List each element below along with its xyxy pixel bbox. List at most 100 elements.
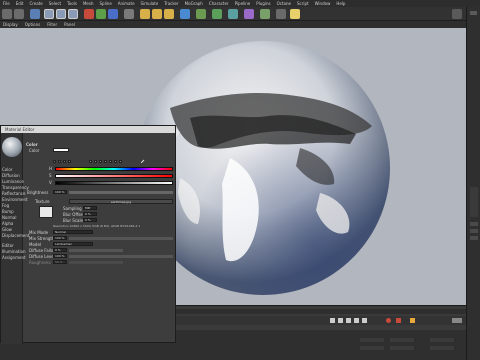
menu-octane[interactable]: Octane <box>277 1 291 6</box>
color-mode-icon[interactable] <box>63 160 66 163</box>
panel-field[interactable] <box>470 222 478 226</box>
view-menu-panel[interactable]: Panel <box>64 22 75 27</box>
color-mode-icon[interactable] <box>109 160 112 163</box>
model-dropdown[interactable]: Lambertian <box>53 242 93 246</box>
menu-mograph[interactable]: MoGraph <box>185 1 203 6</box>
menu-character[interactable]: Character <box>209 1 229 6</box>
color-mode-icon[interactable] <box>94 160 97 163</box>
scale-icon[interactable] <box>56 9 66 19</box>
record-icon[interactable] <box>386 318 391 323</box>
view-menu-display[interactable]: Display <box>3 22 18 27</box>
color-mode-icon[interactable] <box>119 160 122 163</box>
channel-reflectance[interactable]: Reflectance <box>2 191 25 196</box>
timeline-ruler[interactable] <box>176 309 466 314</box>
saturation-slider[interactable] <box>55 174 173 178</box>
menu-tools[interactable]: Tools <box>67 1 77 6</box>
play-icon[interactable] <box>346 318 351 323</box>
panel-section[interactable] <box>470 187 478 217</box>
menu-pipeline[interactable]: Pipeline <box>235 1 251 6</box>
menu-help[interactable]: Help <box>336 1 345 6</box>
environment-icon[interactable] <box>260 9 270 19</box>
render-settings-icon[interactable] <box>164 9 174 19</box>
color-mode-icon[interactable] <box>99 160 102 163</box>
menu-tracker[interactable]: Tracker <box>164 1 178 6</box>
color-swatch[interactable] <box>53 148 69 152</box>
bend-icon[interactable] <box>244 9 254 19</box>
channel-normal[interactable]: Normal <box>2 215 16 220</box>
menu-plugins[interactable]: Plugins <box>256 1 270 6</box>
color-mode-icon[interactable] <box>104 160 107 163</box>
menu-spline[interactable]: Spline <box>99 1 111 6</box>
mix-mode-dropdown[interactable]: Normal <box>53 230 93 234</box>
y-axis-icon[interactable] <box>96 9 106 19</box>
menu-window[interactable]: Window <box>315 1 331 6</box>
color-mode-icon[interactable] <box>114 160 117 163</box>
mix-strength-field[interactable]: 100 % <box>53 236 67 240</box>
panel-field[interactable] <box>470 229 478 233</box>
coord-field[interactable] <box>430 346 454 350</box>
channel-fog[interactable]: Fog <box>2 203 9 208</box>
go-to-start-icon[interactable] <box>330 318 335 323</box>
color-mode-icon[interactable] <box>89 160 92 163</box>
menu-script[interactable]: Script <box>297 1 309 6</box>
coord-field[interactable] <box>360 346 384 350</box>
coordinate-system-icon[interactable] <box>124 9 134 19</box>
render-to-picture-viewer-icon[interactable] <box>152 9 162 19</box>
autokey-icon[interactable] <box>396 318 401 323</box>
blur-scale-field[interactable]: 0 % <box>83 218 97 222</box>
next-frame-icon[interactable] <box>354 318 359 323</box>
menu-edit[interactable]: Edit <box>16 1 24 6</box>
diffuse-falloff-slider[interactable] <box>69 249 123 252</box>
hue-slider[interactable] <box>55 167 173 171</box>
subdivision-icon[interactable] <box>212 9 222 19</box>
color-mode-icon[interactable] <box>53 160 56 163</box>
channel-alpha[interactable]: Alpha <box>2 221 13 226</box>
sampling-dropdown[interactable]: MIP <box>83 206 97 210</box>
roughness-slider[interactable] <box>69 261 123 264</box>
view-menu-options[interactable]: Options <box>25 22 40 27</box>
channel-color[interactable]: Color <box>2 167 12 172</box>
value-slider[interactable] <box>55 181 173 185</box>
menu-file[interactable]: File <box>3 1 10 6</box>
view-menu-filter[interactable]: Filter <box>47 22 57 27</box>
move-icon[interactable] <box>44 9 54 19</box>
keyframe-icon[interactable] <box>410 318 415 323</box>
brightness-field[interactable]: 100 % <box>53 190 67 194</box>
channel-glow[interactable]: Glow <box>2 227 12 232</box>
redo-icon[interactable] <box>14 9 24 19</box>
go-to-end-icon[interactable] <box>362 318 367 323</box>
playback-options-icon[interactable] <box>452 318 462 323</box>
render-view-icon[interactable] <box>140 9 150 19</box>
menu-animate[interactable]: Animate <box>118 1 135 6</box>
coord-field[interactable] <box>390 346 414 350</box>
channel-luminance[interactable]: Luminance <box>2 179 24 184</box>
mix-strength-slider[interactable] <box>69 237 173 240</box>
blur-offset-field[interactable]: 0 % <box>83 212 97 216</box>
x-axis-icon[interactable] <box>84 9 94 19</box>
roughness-field[interactable]: 50 % <box>53 260 67 264</box>
live-selection-icon[interactable] <box>30 9 40 19</box>
diffuse-level-field[interactable]: 100 % <box>53 254 67 258</box>
panel-field[interactable] <box>470 236 478 240</box>
pen-icon[interactable] <box>196 9 206 19</box>
previous-frame-icon[interactable] <box>338 318 343 323</box>
menu-simulate[interactable]: Simulate <box>141 1 159 6</box>
layout-icon[interactable] <box>452 9 462 19</box>
menu-create[interactable]: Create <box>29 1 42 6</box>
camera-icon[interactable] <box>276 9 286 19</box>
rotate-icon[interactable] <box>68 9 78 19</box>
cube-icon[interactable] <box>180 9 190 19</box>
color-mode-icon[interactable] <box>58 160 61 163</box>
channel-bump[interactable]: Bump <box>2 209 14 214</box>
undo-icon[interactable] <box>2 9 12 19</box>
brightness-slider[interactable] <box>69 191 173 194</box>
channel-editor[interactable]: Editor <box>2 243 14 248</box>
diffuse-level-slider[interactable] <box>69 255 173 258</box>
coord-field[interactable] <box>360 338 384 342</box>
z-axis-icon[interactable] <box>108 9 118 19</box>
channel-diffusion[interactable]: Diffusion <box>2 173 20 178</box>
menu-mesh[interactable]: Mesh <box>83 1 94 6</box>
texture-button[interactable]: earthmap.jpg <box>69 199 173 204</box>
light-icon[interactable] <box>290 9 300 19</box>
color-mode-icon[interactable] <box>68 160 71 163</box>
